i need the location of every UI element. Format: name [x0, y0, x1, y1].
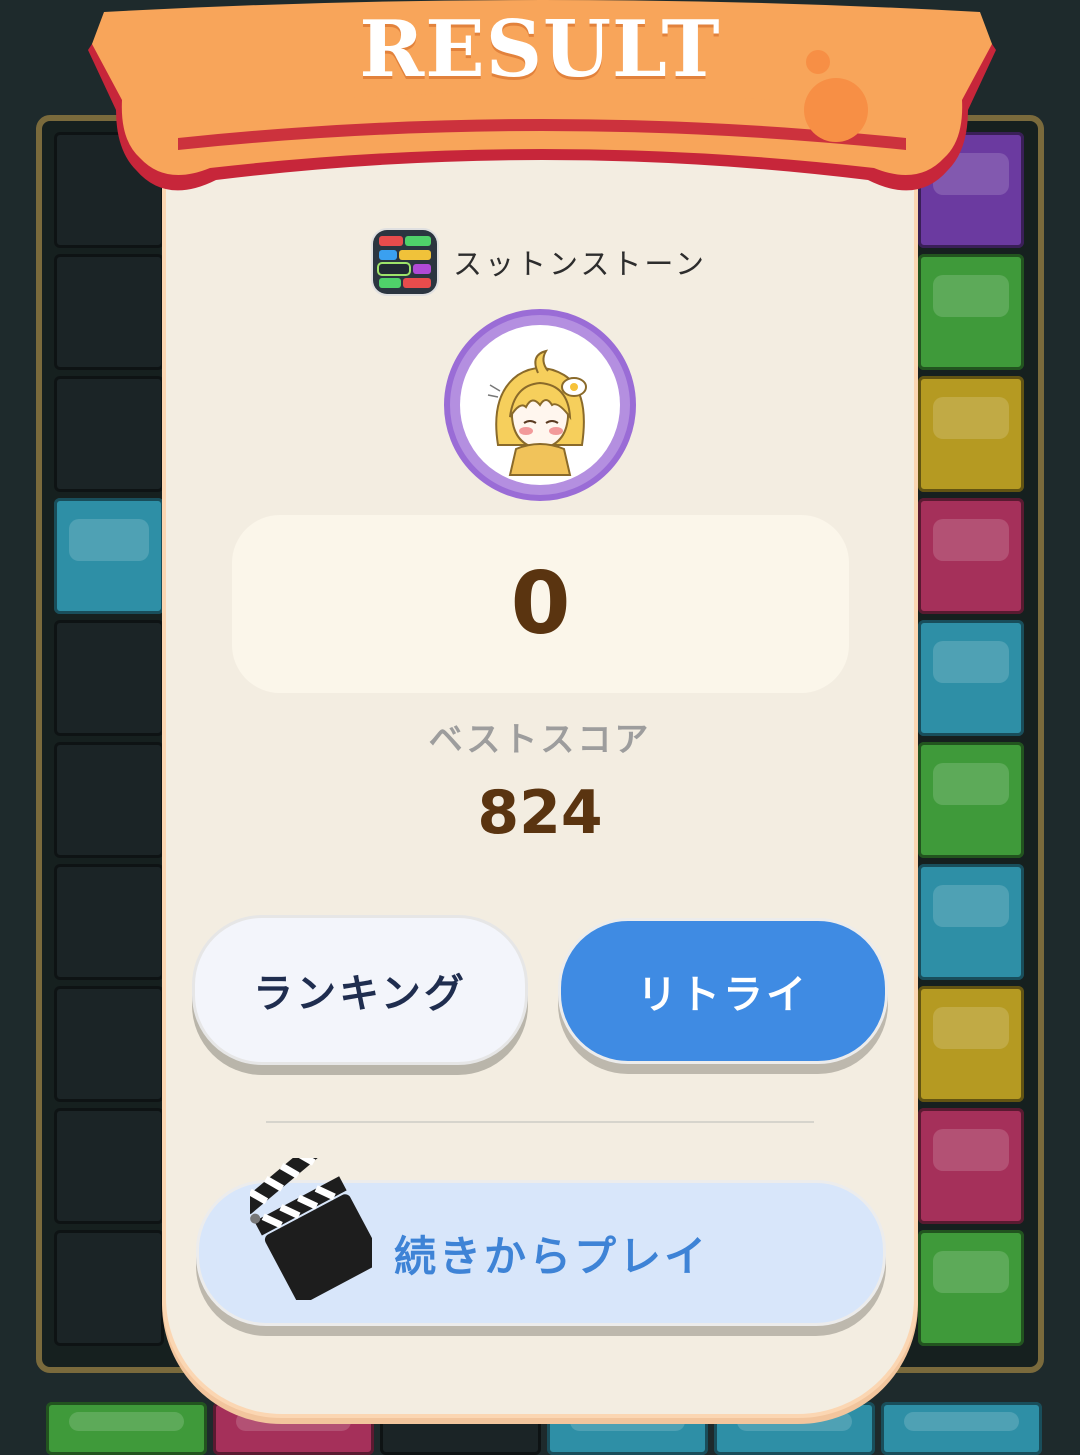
current-score: 0: [510, 554, 571, 654]
retry-button[interactable]: リトライ: [558, 918, 888, 1064]
score-panel: 0: [232, 515, 849, 693]
best-score-value: 824: [477, 778, 603, 848]
retry-button-label: リトライ: [637, 972, 809, 1018]
board-block-teal: [918, 864, 1024, 980]
board-cell: [54, 986, 164, 1102]
board-block-yellow: [918, 986, 1024, 1102]
clapperboard-icon: [250, 1158, 372, 1300]
board-cell: [54, 1108, 164, 1224]
board-cell: [54, 376, 164, 492]
divider: [266, 1121, 814, 1123]
result-title: RESULT: [359, 4, 721, 95]
board-block-green: [918, 1230, 1024, 1346]
avatar: [444, 309, 636, 501]
best-score-label: ベストスコア: [428, 720, 652, 760]
board-block-pink: [918, 498, 1024, 614]
board-block-pink: [918, 1108, 1024, 1224]
ranking-button[interactable]: ランキング: [192, 915, 528, 1065]
board-block-yellow: [918, 376, 1024, 492]
board-block-teal: [881, 1402, 1042, 1455]
continue-play-button-label: 続きからプレイ: [394, 1231, 710, 1281]
board-cell: [54, 864, 164, 980]
block-puzzle-app-icon: [373, 230, 437, 294]
chibi-character-icon: [487, 349, 587, 476]
board-cell: [54, 1230, 164, 1346]
board-block-teal: [54, 498, 164, 614]
game-header: スットンストーン: [0, 230, 1080, 294]
board-block-green: [46, 1402, 207, 1455]
game-name: スットンストーン: [453, 247, 707, 281]
ranking-button-label: ランキング: [253, 971, 467, 1017]
